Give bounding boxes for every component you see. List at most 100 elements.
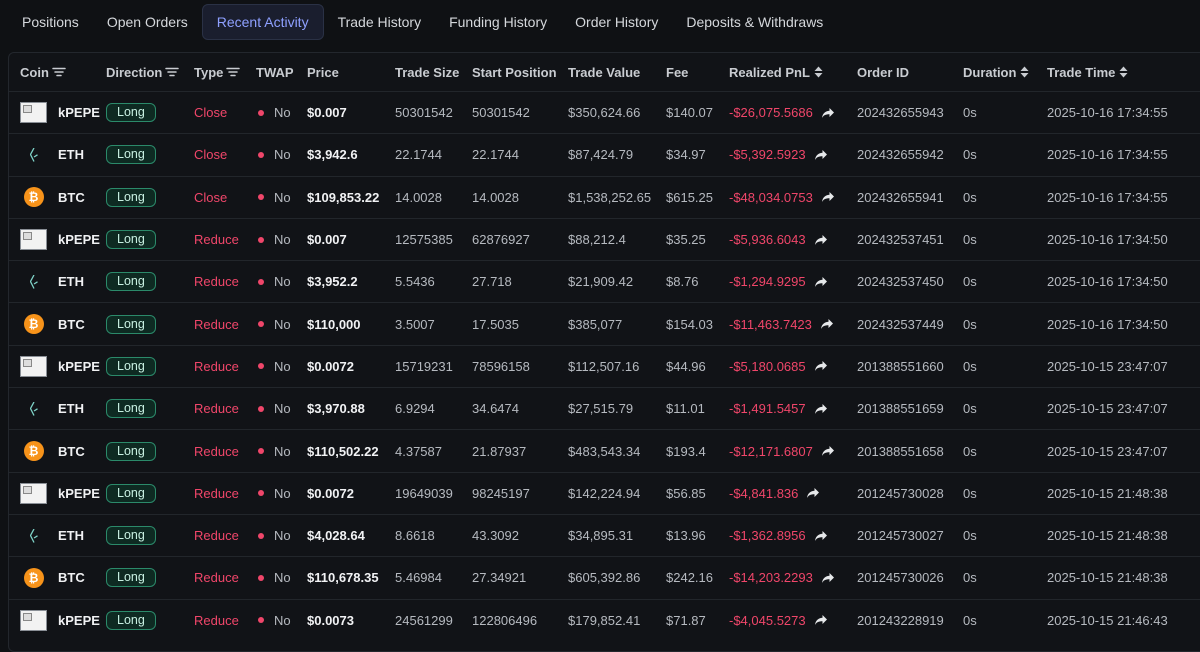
pnl-value: -$11,463.7423 <box>729 316 812 332</box>
share-icon[interactable] <box>821 191 835 203</box>
cell-fee: $154.03 <box>666 316 713 332</box>
column-header-coin[interactable]: Coin <box>9 65 106 80</box>
cell-twap: No <box>256 528 307 543</box>
tab-funding-history[interactable]: Funding History <box>435 5 561 39</box>
share-icon[interactable] <box>814 276 828 288</box>
table-row[interactable]: kPEPE Long Reduce No $0.0072 15719231 78596158… <box>9 344 1200 387</box>
filter-icon[interactable] <box>52 67 66 77</box>
header-label: Order ID <box>857 64 910 80</box>
cell-fee: $35.25 <box>666 232 706 248</box>
cell-trade-value: $385,077 <box>568 316 623 332</box>
sort-icon[interactable] <box>1119 66 1128 78</box>
cell-coin[interactable]: ETH <box>9 525 106 546</box>
cell-price: $0.0073 <box>307 612 354 628</box>
column-header-order-id: Order ID <box>857 65 963 80</box>
share-icon[interactable] <box>814 403 828 415</box>
filter-icon[interactable] <box>226 67 241 77</box>
direction-badge: Long <box>106 441 156 461</box>
type-text: Close <box>194 189 228 205</box>
cell-coin[interactable]: ETH <box>9 398 106 419</box>
share-icon[interactable] <box>821 445 835 457</box>
table-row[interactable]: ETH Long Reduce No $3,952.2 5.5436 27.718 $21,9… <box>9 260 1200 302</box>
share-icon[interactable] <box>814 149 828 161</box>
cell-coin[interactable]: kPEPE <box>9 609 106 631</box>
cell-coin[interactable]: ₿ BTC <box>9 567 106 588</box>
column-header-type[interactable]: Type <box>194 65 256 80</box>
coin-name: kPEPE <box>58 232 100 248</box>
cell-coin[interactable]: kPEPE <box>9 102 106 124</box>
table-row[interactable]: ₿ BTC Long Reduce No $110,000 3.5007 17.5035 $38… <box>9 302 1200 344</box>
share-icon[interactable] <box>806 487 820 499</box>
cell-start-position: 50301542 <box>472 105 530 121</box>
column-header-realized-pnl[interactable]: Realized PnL <box>729 65 857 80</box>
cell-direction: Long <box>106 272 194 292</box>
cell-coin[interactable]: ₿ BTC <box>9 441 106 462</box>
coin-name: kPEPE <box>58 485 100 501</box>
table-row[interactable]: ₿ BTC Long Reduce No $110,502.22 4.37587 21.879… <box>9 429 1200 471</box>
table-row[interactable]: kPEPE Long Reduce No $0.007 12575385 62876927 $… <box>9 217 1200 260</box>
share-icon[interactable] <box>814 614 828 626</box>
cell-order-id: 201245730027 <box>857 528 944 544</box>
table-row[interactable]: ETH Long Close No $3,942.6 22.1744 22.1744 $87,… <box>9 133 1200 175</box>
share-icon[interactable] <box>814 234 828 246</box>
cell-duration: 0s <box>963 401 977 417</box>
table-row[interactable]: ETH Long Reduce No $4,028.64 8.6618 43.3092 $34… <box>9 513 1200 556</box>
cell-direction: Long <box>106 145 194 165</box>
share-icon[interactable] <box>820 318 834 330</box>
column-header-twap: TWAP <box>256 65 307 80</box>
table-row[interactable]: kPEPE Long Close No $0.007 50301542 50301542 $3… <box>9 91 1200 133</box>
sort-icon[interactable] <box>1020 66 1029 78</box>
cell-coin[interactable]: kPEPE <box>9 229 106 251</box>
twap-text: No <box>274 570 291 586</box>
cell-coin[interactable]: ₿ BTC <box>9 314 106 335</box>
table-row[interactable]: ETH Long Reduce No $3,970.88 6.9294 34.6474 $27… <box>9 387 1200 429</box>
cell-coin[interactable]: ETH <box>9 271 106 292</box>
table-body: kPEPE Long Close No $0.007 50301542 50301542 $3… <box>9 91 1200 641</box>
type-text: Reduce <box>194 232 239 248</box>
twap-status-dot <box>258 405 264 412</box>
cell-price: $0.0072 <box>307 485 354 501</box>
column-header-trade-time[interactable]: Trade Time <box>1047 65 1187 80</box>
header-label: Start Position <box>472 64 557 80</box>
share-icon[interactable] <box>821 107 835 119</box>
type-text: Close <box>194 147 228 163</box>
cell-realized-pnl: -$4,841.836 <box>729 486 857 501</box>
cell-coin[interactable]: kPEPE <box>9 355 106 377</box>
share-icon[interactable] <box>814 360 828 372</box>
coin-name: BTC <box>58 316 85 332</box>
tab-order-history[interactable]: Order History <box>561 5 672 39</box>
tab-trade-history[interactable]: Trade History <box>324 5 436 39</box>
twap-status-dot <box>258 236 264 243</box>
coin-name: kPEPE <box>58 358 100 374</box>
share-icon[interactable] <box>814 530 828 542</box>
tab-positions[interactable]: Positions <box>8 5 93 39</box>
sort-icon[interactable] <box>814 66 823 78</box>
cell-trade-value: $88,212.4 <box>568 232 626 248</box>
table-row[interactable]: kPEPE Long Reduce No $0.0073 24561299 12280649… <box>9 598 1200 641</box>
pnl-value: -$4,045.5273 <box>729 612 806 628</box>
cell-realized-pnl: -$1,362.8956 <box>729 528 857 543</box>
table-row[interactable]: ₿ BTC Long Reduce No $110,678.35 5.46984 27.349… <box>9 556 1200 598</box>
table-row[interactable]: kPEPE Long Reduce No $0.0072 19649039 98245197… <box>9 471 1200 514</box>
cell-twap: No <box>256 317 307 332</box>
twap-text: No <box>274 105 291 121</box>
column-header-duration[interactable]: Duration <box>963 65 1047 80</box>
tab-deposits-withdraws[interactable]: Deposits & Withdraws <box>672 5 837 39</box>
tab-open-orders[interactable]: Open Orders <box>93 5 202 39</box>
tab-recent-activity[interactable]: Recent Activity <box>201 4 324 40</box>
pnl-value: -$1,294.9295 <box>729 274 806 290</box>
broken-image-icon <box>20 482 47 504</box>
twap-status-dot <box>258 109 264 116</box>
column-header-direction[interactable]: Direction <box>106 65 194 80</box>
cell-coin[interactable]: ETH <box>9 144 106 165</box>
cell-coin[interactable]: kPEPE <box>9 482 106 504</box>
cell-trade-time: 2025-10-16 17:34:55 <box>1047 105 1168 121</box>
cell-coin[interactable]: ₿ BTC <box>9 187 106 208</box>
table-row[interactable]: ₿ BTC Long Close No $109,853.22 14.0028 14.0028… <box>9 175 1200 218</box>
twap-text: No <box>274 612 291 628</box>
cell-price: $0.007 <box>307 105 347 121</box>
share-icon[interactable] <box>821 572 835 584</box>
filter-icon[interactable] <box>165 67 180 77</box>
cell-twap: No <box>256 190 307 205</box>
twap-status-dot <box>258 321 264 328</box>
